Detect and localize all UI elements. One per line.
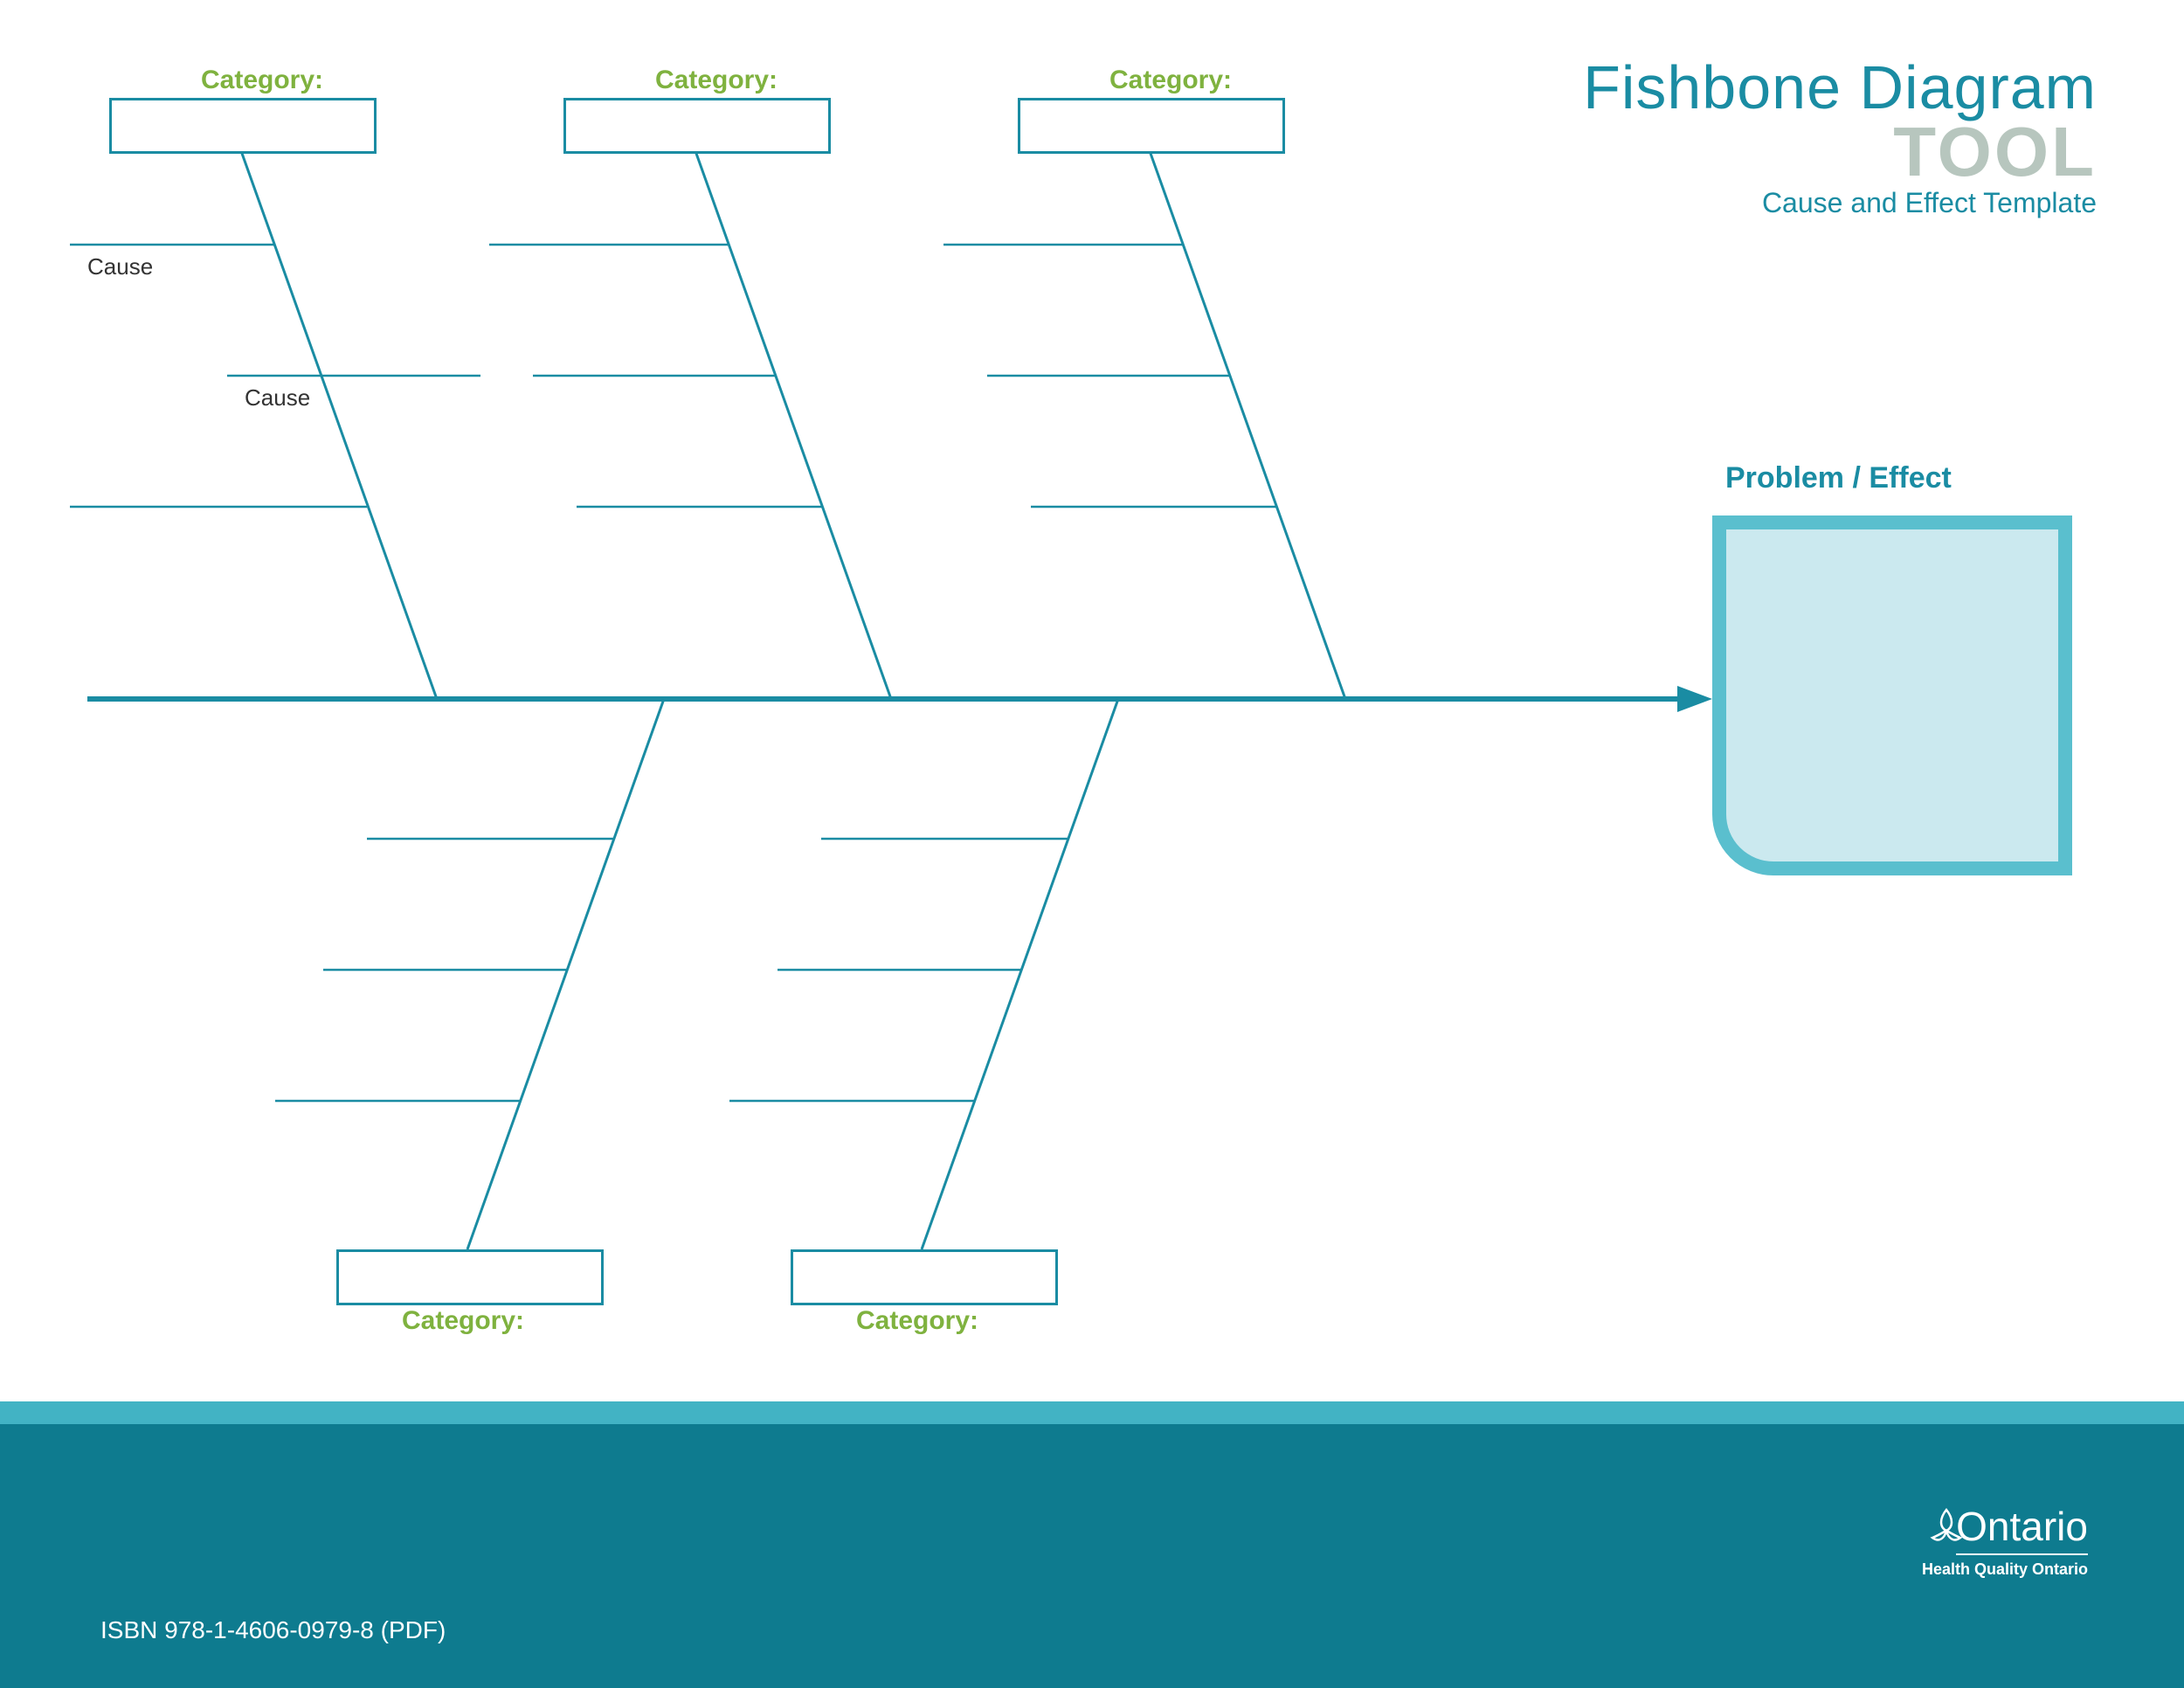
category-label-top-2: Category: (655, 66, 778, 95)
cause-label-1: Cause (87, 253, 153, 280)
category-box-top-3[interactable] (1018, 98, 1285, 154)
logo-subtext: Health Quality Ontario (1922, 1560, 2088, 1579)
footer-accent-bar (0, 1401, 2184, 1424)
footer-main (0, 1424, 2184, 1688)
category-label-top-1: Category: (201, 66, 323, 95)
category-box-top-1[interactable] (109, 98, 377, 154)
category-label-bottom-1: Category: (402, 1306, 524, 1336)
fishbone-lines (0, 0, 2184, 1398)
isbn-text: ISBN 978-1-4606-0979-8 (PDF) (100, 1616, 446, 1644)
category-box-bottom-1[interactable] (336, 1249, 604, 1305)
category-box-bottom-2[interactable] (791, 1249, 1058, 1305)
logo-name: Ontario (1956, 1503, 2088, 1555)
fishbone-template-page: Fishbone Diagram TOOL Cause and Effect T… (0, 0, 2184, 1688)
category-label-top-3: Category: (1109, 66, 1232, 95)
trillium-icon (1922, 1503, 1971, 1552)
category-box-top-2[interactable] (563, 98, 831, 154)
cause-label-2: Cause (245, 384, 310, 412)
category-label-bottom-2: Category: (856, 1306, 978, 1336)
ontario-logo: Ontario Health Quality Ontario (1922, 1503, 2088, 1579)
